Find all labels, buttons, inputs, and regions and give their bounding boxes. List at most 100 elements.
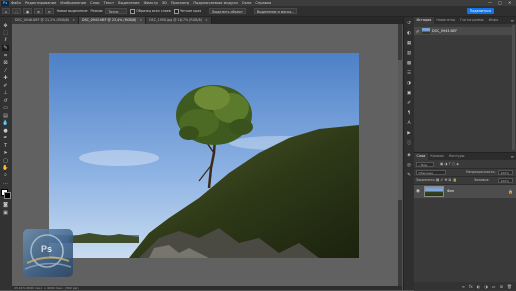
select-and-mask-button[interactable]: Выделение и маска...	[253, 8, 298, 14]
move-tool-icon[interactable]: ✥	[2, 23, 9, 29]
tab-info[interactable]: Инфо	[486, 17, 501, 24]
frame-tool-icon[interactable]: ⊠	[2, 60, 9, 66]
new-layer-icon[interactable]: ⊞	[500, 284, 503, 289]
visibility-eye-icon[interactable]: ◉	[416, 189, 420, 194]
gradient-tool-icon[interactable]: ▤	[2, 113, 9, 119]
history-scrollbar[interactable]	[512, 25, 515, 150]
sample-all-layers-checkbox[interactable]	[130, 8, 136, 14]
rectangle-tool-icon[interactable]: ▢	[2, 158, 9, 164]
tab-document-3[interactable]: DSC_1950.jpg @ 16,7% (RGB/8) ×	[146, 17, 212, 24]
adjustment-layer-icon[interactable]: ◑	[484, 284, 488, 289]
screen-mode-icon[interactable]: ▣	[2, 210, 9, 216]
close-icon[interactable]: ×	[205, 18, 208, 22]
crop-tool-icon[interactable]: ⌗	[2, 53, 9, 59]
history-brush-tool-icon[interactable]: ↺	[2, 98, 9, 104]
close-icon[interactable]: ×	[139, 18, 142, 22]
menu-layers[interactable]: Слои	[90, 1, 99, 5]
panel-menu-icon[interactable]: ≡	[511, 17, 514, 24]
background-color-swatch[interactable]	[4, 192, 11, 199]
menu-image[interactable]: Изображение	[60, 1, 86, 5]
quick-mask-icon[interactable]: ◙	[2, 202, 9, 208]
quick-select-tool-icon[interactable]: ◌	[12, 8, 21, 14]
marquee-tool-icon[interactable]: ⬚	[2, 30, 9, 36]
menu-edit[interactable]: Редактирование	[25, 1, 56, 5]
layers-icon[interactable]: ◈	[406, 153, 412, 158]
filter-type-icons[interactable]: ▣ ◑ T ▢ ◈	[440, 161, 459, 168]
blend-mode-select[interactable]: Обычные	[416, 170, 446, 175]
menu-window[interactable]: Окно	[242, 1, 252, 5]
menu-file[interactable]: Файл	[11, 1, 21, 5]
tab-navigator[interactable]: Навигатор	[434, 17, 458, 24]
menu-view[interactable]: Просмотр	[171, 1, 189, 5]
brush-settings-icon[interactable]: ✐	[406, 101, 412, 106]
document-image[interactable]	[49, 53, 359, 258]
pen-tool-icon[interactable]: ✒	[2, 135, 9, 141]
menu-plugins[interactable]: Подключаемые модули	[193, 1, 237, 5]
hand-tool-icon[interactable]: ✋	[2, 165, 9, 171]
add-selection-icon[interactable]: ⊕	[34, 8, 43, 14]
panel-menu-icon[interactable]: ≡	[511, 153, 514, 160]
lock-options-icons[interactable]: ▦ ✐ ✥ ⊠ 🔒	[436, 177, 457, 184]
info-icon[interactable]: ⓘ	[406, 141, 412, 146]
clone-stamp-tool-icon[interactable]: ⊥	[2, 90, 9, 96]
history-icon[interactable]: ↺	[406, 21, 412, 26]
link-layers-icon[interactable]: ∞	[462, 284, 465, 289]
menu-select[interactable]: Выделение	[118, 1, 139, 5]
home-icon[interactable]: ⌂	[2, 8, 11, 14]
menu-help[interactable]: Справка	[255, 1, 271, 5]
path-selection-tool-icon[interactable]: ➤	[2, 150, 9, 156]
tab-history[interactable]: История	[414, 17, 434, 24]
lasso-tool-icon[interactable]: ℓ	[2, 37, 9, 43]
layer-style-icon[interactable]: fx	[469, 284, 473, 289]
kind-filter-select[interactable]: ⌕ Вид	[416, 162, 434, 167]
tab-document-1[interactable]: DSC_0946.NEF @ 21,2% (RGB/8) ×	[12, 17, 80, 24]
history-brush-source-icon[interactable]: ✐	[416, 29, 419, 34]
tab-document-2[interactable]: DSC_0943.NEF @ 23,4% (RGB/8) ×	[79, 17, 147, 24]
paragraph-icon[interactable]: ¶	[406, 111, 412, 116]
tab-layers[interactable]: Слои	[414, 153, 428, 160]
add-mask-icon[interactable]: ◐	[477, 284, 481, 289]
new-selection-icon[interactable]: ▣	[22, 8, 33, 14]
maximize-icon[interactable]: □	[498, 0, 502, 5]
dodge-tool-icon[interactable]: ●	[2, 128, 9, 134]
tab-histogram[interactable]: Гистограмма	[458, 17, 486, 24]
patterns-icon[interactable]: ▩	[406, 61, 412, 66]
eyedropper-tool-icon[interactable]: ⁄	[2, 68, 9, 74]
gradients-icon[interactable]: ▥	[406, 51, 412, 56]
adjustments-icon[interactable]: ◑	[406, 81, 412, 86]
actions-icon[interactable]: ▶	[406, 131, 412, 136]
swatches-icon[interactable]: ▦	[406, 41, 412, 46]
close-icon[interactable]: ×	[72, 18, 75, 22]
share-button[interactable]: Поделиться	[466, 8, 494, 14]
color-icon[interactable]: ◐	[406, 31, 412, 36]
menu-type[interactable]: Текст	[104, 1, 115, 5]
select-subject-button[interactable]: Выделить объект	[209, 8, 246, 14]
mode-select[interactable]: Точно	[105, 8, 128, 14]
brush-tool-icon[interactable]: ✐	[2, 83, 9, 89]
menu-3d[interactable]: 3D	[162, 1, 167, 5]
eraser-tool-icon[interactable]: ▭	[2, 105, 9, 111]
group-icon[interactable]: ▭	[492, 284, 496, 289]
trash-icon[interactable]: 🗑	[507, 284, 512, 289]
minimize-icon[interactable]: —	[488, 0, 492, 5]
close-window-icon[interactable]: ✕	[508, 0, 511, 5]
blur-tool-icon[interactable]: 💧	[2, 120, 9, 126]
type-tool-icon[interactable]: T	[2, 143, 9, 149]
enhance-edge-checkbox[interactable]	[173, 8, 179, 14]
tab-channels[interactable]: Каналы	[428, 153, 447, 160]
fill-input[interactable]: 100%	[498, 178, 513, 183]
more-tools-icon[interactable]: …	[2, 180, 9, 186]
zoom-tool-icon[interactable]: ⌕	[2, 172, 9, 178]
tab-paths[interactable]: Контуры	[446, 153, 467, 160]
properties-icon[interactable]: ☰	[406, 71, 412, 76]
scrollbar-thumb[interactable]	[398, 60, 402, 200]
character-icon[interactable]: A	[406, 121, 412, 126]
subtract-selection-icon[interactable]: ⊖	[44, 8, 54, 14]
opacity-input[interactable]: 100%	[498, 170, 513, 175]
libraries-icon[interactable]: ▣	[406, 91, 412, 96]
channels-icon[interactable]: ◎	[406, 163, 412, 168]
menu-filter[interactable]: Фильтр	[144, 1, 158, 5]
quick-selection-tool-icon[interactable]: ✎	[2, 45, 9, 51]
paths-icon[interactable]: ✎	[406, 173, 412, 178]
healing-brush-tool-icon[interactable]: ✚	[2, 75, 9, 81]
